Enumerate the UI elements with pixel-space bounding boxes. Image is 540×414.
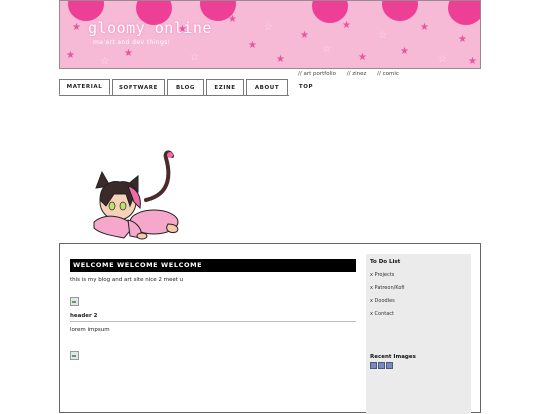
sidebar: To Do List x Projects x Patreon/Kofi x D… — [366, 254, 471, 414]
thumbnail-image[interactable] — [386, 362, 393, 369]
todo-item[interactable]: x Patreon/Kofi — [366, 278, 471, 291]
star-icon: ★ — [342, 20, 351, 31]
nav-divider — [59, 95, 289, 96]
star-icon: ★ — [400, 46, 409, 57]
link-art-portfolio[interactable]: // art portfolio — [298, 71, 336, 77]
star-icon: ★ — [248, 40, 257, 51]
recent-images-title: Recent Images — [370, 354, 416, 360]
site-banner: ★ ★ ☆ ★ ★ ☆ ★ ★ ☆ ★ ★ ☆ ★ ★ ☆ ★ ★ ☆ ★ ★ … — [59, 0, 481, 69]
site-title[interactable]: gloomy online — [88, 19, 212, 37]
link-zinez[interactable]: // zinez — [347, 71, 367, 77]
thumbnail-image[interactable] — [370, 362, 377, 369]
banner-blob — [448, 1, 480, 25]
todo-title: To Do List — [370, 259, 401, 265]
star-icon: ★ — [276, 54, 285, 65]
star-icon: ★ — [458, 34, 467, 45]
star-icon: ☆ — [322, 44, 331, 55]
star-icon: ☆ — [264, 22, 273, 33]
todo-item[interactable]: x Contact — [366, 304, 471, 317]
site-subtitle: ma'art and dev things! — [93, 39, 171, 46]
welcome-heading: WELCOME WELCOME WELCOME — [70, 259, 356, 272]
banner-blob — [68, 1, 104, 21]
content-box: WELCOME WELCOME WELCOME this is my blog … — [59, 243, 481, 414]
tab-top[interactable]: TOP — [290, 79, 322, 95]
star-icon: ★ — [66, 50, 75, 61]
star-icon: ★ — [358, 52, 367, 63]
main-column: WELCOME WELCOME WELCOME this is my blog … — [70, 259, 356, 360]
todo-item[interactable]: x Doodles — [366, 291, 471, 304]
star-icon: ☆ — [190, 52, 199, 63]
tab-software[interactable]: SOFTWARE — [112, 79, 165, 95]
broken-image-icon — [70, 297, 79, 306]
thumbnail-image[interactable] — [378, 362, 385, 369]
star-icon: ★ — [124, 48, 133, 59]
star-icon: ★ — [228, 14, 237, 25]
intro-text: this is my blog and art site nice 2 meet… — [70, 277, 184, 283]
star-icon: ★ — [300, 30, 309, 41]
tab-blog[interactable]: BLOG — [167, 79, 204, 95]
tab-about[interactable]: ABOUT — [246, 79, 288, 95]
body-text: lorem impsum — [70, 327, 110, 333]
star-icon: ★ — [72, 22, 81, 33]
tab-ezine[interactable]: EZINE — [206, 79, 244, 95]
link-comic[interactable]: // comic — [377, 71, 399, 77]
broken-image-icon — [70, 351, 79, 360]
section-heading: header 2 — [70, 313, 356, 322]
banner-blob — [382, 1, 418, 21]
star-icon: ☆ — [100, 56, 109, 67]
todo-item[interactable]: x Projects — [366, 265, 471, 278]
recent-images: Recent Images — [370, 354, 416, 369]
star-icon: ☆ — [378, 30, 387, 41]
star-icon: ☆ — [438, 54, 447, 65]
top-links: // art portfolio // zinez // comic — [298, 71, 408, 77]
star-icon: ★ — [420, 22, 429, 33]
mascot-illustration — [93, 150, 179, 240]
tab-material[interactable]: MATERIAL — [59, 79, 110, 95]
star-icon: ★ — [468, 56, 477, 67]
recent-thumbnails — [370, 362, 416, 369]
